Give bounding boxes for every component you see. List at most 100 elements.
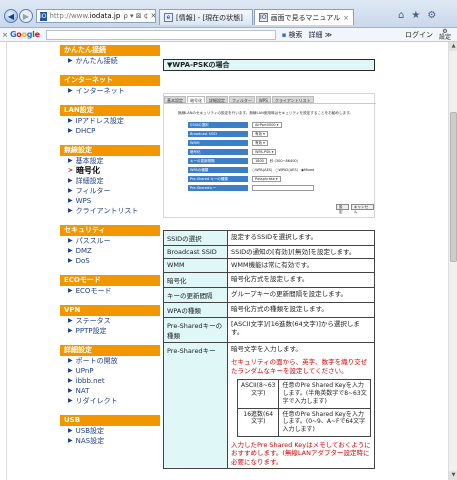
site-favicon-icon: IO bbox=[40, 11, 47, 21]
psk-input bbox=[252, 185, 314, 191]
tools-gear-icon[interactable]: ⚙ bbox=[427, 10, 436, 21]
sidebar-item[interactable]: ▶ かんたん接続 bbox=[60, 56, 160, 66]
form-row: Pre-Shared キーの種類 Passphrase ▾ bbox=[188, 176, 281, 182]
tab-page-icon: e bbox=[164, 13, 173, 22]
sidebar-item-label: クライアントリスト bbox=[75, 207, 139, 215]
home-icon[interactable]: ⌂ bbox=[398, 10, 404, 21]
form-value: 有効 ▾ bbox=[252, 131, 268, 137]
sidebar-item-label: PPTP設定 bbox=[75, 327, 107, 335]
table-key: SSIDの選択 bbox=[163, 230, 228, 246]
sidebar-item-label: DHCP bbox=[75, 127, 96, 135]
form-value bbox=[252, 185, 314, 191]
sidebar-item-label: DoS bbox=[75, 257, 90, 265]
sidebar-item[interactable]: ▶ 基本設定 bbox=[60, 156, 160, 166]
description-table: SSIDの選択 設定するSSIDを選択します。 Broadcast SSID SSID… bbox=[163, 230, 375, 470]
sidebar-item[interactable]: ▶ ステータス bbox=[60, 316, 160, 326]
table-row: Broadcast SSID SSIDの通知の[有効]/[無効]を設定します。 bbox=[163, 244, 375, 260]
sidebar-item[interactable]: ▶ DHCP bbox=[60, 126, 160, 136]
address-tools-icon[interactable]: ρ ▾ ⊠ ¢ ✕ bbox=[123, 12, 155, 20]
screenshot-tab: 基本設定 bbox=[164, 96, 186, 103]
scroll-thumb[interactable] bbox=[450, 112, 457, 262]
sidebar-item-label: パススルー bbox=[75, 237, 111, 245]
form-row: Pre-Sharedキー bbox=[188, 185, 314, 191]
sidebar-section-header: LAN設定 bbox=[60, 105, 160, 116]
divider bbox=[164, 103, 376, 104]
arrow-right-icon: ▶ bbox=[68, 127, 73, 134]
psk-type-table: ASCII(8~63文字) 任意のPre Shared Keyを入力します。(半… bbox=[236, 379, 371, 437]
sidebar-item[interactable]: ▶ UPnP bbox=[60, 366, 160, 376]
table-value: WMM機能は常に有効です。 bbox=[227, 258, 375, 273]
arrow-right-icon: ▶ bbox=[68, 187, 73, 194]
sidebar-item[interactable]: ▶ WPS bbox=[60, 196, 160, 206]
form-label: WMM bbox=[188, 140, 248, 146]
sidebar-section: インターネット ▶ インターネット bbox=[60, 75, 160, 96]
form-label: Broadcast SSID bbox=[188, 131, 248, 137]
sidebar-item[interactable]: ▶ NAT bbox=[60, 386, 160, 396]
sidebar-item[interactable]: ▶ ポートの開放 bbox=[60, 356, 160, 366]
sidebar-item[interactable]: ▶ ECOモード bbox=[60, 286, 160, 296]
screenshot-tab: クライアントリスト bbox=[271, 96, 314, 103]
arrow-right-icon: ▶ bbox=[68, 377, 73, 384]
sidebar-item[interactable]: ▶ インターネット bbox=[60, 86, 160, 96]
forward-button-icon[interactable]: ▶ bbox=[19, 9, 33, 23]
sidebar-item-label: USB設定 bbox=[75, 427, 104, 435]
back-button-icon[interactable]: ◀ bbox=[4, 9, 18, 23]
current-arrow-icon: > bbox=[68, 167, 74, 174]
form-label: Pre-Shared キーの種類 bbox=[188, 176, 248, 182]
sidebar-item[interactable]: ▶ リダイレクト bbox=[60, 396, 160, 406]
sidebar-section-header: ECOモード bbox=[60, 275, 160, 286]
sidebar-item[interactable]: ▶ ibbb.net bbox=[60, 376, 160, 386]
arrow-right-icon: ▶ bbox=[68, 87, 73, 94]
address-bar[interactable]: IO http://www.iodata.jp ρ ▾ ⊠ ¢ ✕ bbox=[36, 9, 156, 23]
form-row: SSIDの選択 AirPort0000 ▾ bbox=[188, 122, 282, 128]
sidebar-item-label: DMZ bbox=[75, 247, 92, 255]
screenshot-tab: 詳細設定 bbox=[206, 96, 228, 103]
sidebar-item[interactable]: ▶ NAS設定 bbox=[60, 436, 160, 446]
form-value: ○WPA(AES) ○WPA2(AES) ◉Mixed bbox=[252, 168, 314, 172]
toolbar-close-icon[interactable]: × bbox=[0, 31, 10, 39]
scroll-down-icon[interactable]: ▼ bbox=[449, 471, 457, 480]
settings-button[interactable]: ⚙ 設定 bbox=[439, 28, 451, 41]
sidebar-item[interactable]: ▶ クライアントリスト bbox=[60, 206, 160, 216]
select-box: WPA-PSK ▾ bbox=[252, 149, 277, 155]
scroll-up-icon[interactable]: ▲ bbox=[449, 42, 457, 51]
sidebar-item-label: フィルター bbox=[75, 187, 111, 195]
browser-tab-status[interactable]: e [情報] - [現在の状態] bbox=[159, 9, 253, 25]
arrow-right-icon: ▶ bbox=[68, 57, 73, 64]
sidebar-item[interactable]: ▶ パススルー bbox=[60, 236, 160, 246]
tab-close-icon[interactable]: × bbox=[343, 14, 349, 22]
sidebar-item[interactable]: ▶ 詳細設定 bbox=[60, 176, 160, 186]
table-value: [ASCII文字]/[16進数(64文字)]から選択します。 bbox=[227, 316, 375, 343]
google-search-button[interactable]: ▪ 検索 bbox=[282, 30, 303, 40]
form-row: 暗号化 WPA-PSK ▾ bbox=[188, 149, 277, 155]
sidebar-item[interactable]: > 暗号化 bbox=[60, 166, 160, 176]
vertical-scrollbar[interactable]: ▲ ▼ bbox=[448, 42, 457, 480]
google-search-input[interactable] bbox=[45, 29, 276, 40]
form-row: WPAの種類 ○WPA(AES) ○WPA2(AES) ◉Mixed bbox=[188, 167, 314, 173]
sidebar-item[interactable]: ▶ フィルター bbox=[60, 186, 160, 196]
more-button[interactable]: 詳細 ≫ bbox=[308, 30, 332, 40]
login-link[interactable]: ログイン bbox=[405, 30, 433, 40]
sidebar-item-label: 基本設定 bbox=[75, 157, 104, 165]
form-label: 暗号化 bbox=[188, 149, 248, 155]
psk-type-desc: 任意のPre Shared Keyを入力します。(半角英数字で8~63文字で入力… bbox=[278, 379, 371, 409]
table-key: Pre-Sharedキー bbox=[163, 341, 228, 470]
interval-input: 1800 bbox=[252, 158, 267, 164]
sidebar-item[interactable]: ▶ PPTP設定 bbox=[60, 326, 160, 336]
sidebar-section-header: セキュリティ bbox=[60, 225, 160, 236]
sidebar-item[interactable]: ▶ IPアドレス設定 bbox=[60, 116, 160, 126]
favorites-star-icon[interactable]: ★ bbox=[411, 10, 420, 21]
arrow-right-icon: ▶ bbox=[68, 397, 73, 404]
form-value: 1800 秒 (300~86400) bbox=[252, 158, 298, 164]
section-title: ▼WPA-PSKの場合 bbox=[163, 59, 375, 71]
sidebar-item-label: インターネット bbox=[75, 87, 125, 95]
psk-type-row: 16進数(64文字) 任意のPre Shared Keyを入力します。(0~9、… bbox=[236, 407, 371, 437]
sidebar-item[interactable]: ▶ DoS bbox=[60, 256, 160, 266]
sidebar-item[interactable]: ▶ DMZ bbox=[60, 246, 160, 256]
psk-note: 入力したPre Shared Keyはメモしておくようにおすすめします。(無線L… bbox=[231, 440, 371, 466]
sidebar-section: セキュリティ ▶ パススルー ▶ DMZ ▶ DoS bbox=[60, 225, 160, 266]
sidebar-item[interactable]: ▶ USB設定 bbox=[60, 426, 160, 436]
browser-tab-manual[interactable]: IO 画面で見るマニュアル × bbox=[254, 9, 354, 25]
sidebar-section-header: USB bbox=[60, 415, 160, 426]
form-value: 有効 ▾ bbox=[252, 140, 268, 146]
